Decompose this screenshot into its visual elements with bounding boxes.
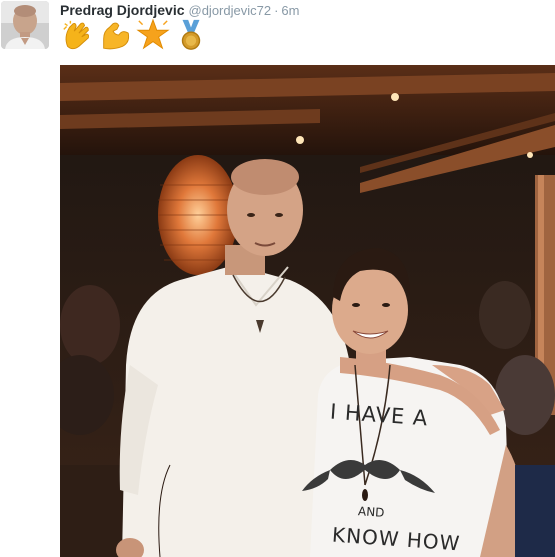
avatar-image (1, 1, 49, 49)
photo-image (60, 65, 555, 557)
avatar[interactable] (1, 1, 49, 49)
user-handle[interactable]: @djordjevic72 (189, 3, 272, 18)
tweet: Predrag Djordjevic @djordjevic72 · 6m I … (0, 0, 555, 557)
separator-dot: · (274, 3, 279, 18)
tweet-text-emojis (60, 18, 208, 52)
flexed-biceps-icon (103, 22, 130, 50)
shirt-text-line2: AND (357, 504, 385, 520)
glowing-star-icon (136, 18, 170, 50)
clapping-hands-icon (63, 20, 90, 50)
display-name[interactable]: Predrag Djordjevic (60, 2, 185, 18)
medal-icon (181, 19, 201, 50)
tweet-photo[interactable]: I HAVE A AND KNOW HOW (60, 65, 555, 557)
timestamp[interactable]: 6m (281, 3, 299, 18)
